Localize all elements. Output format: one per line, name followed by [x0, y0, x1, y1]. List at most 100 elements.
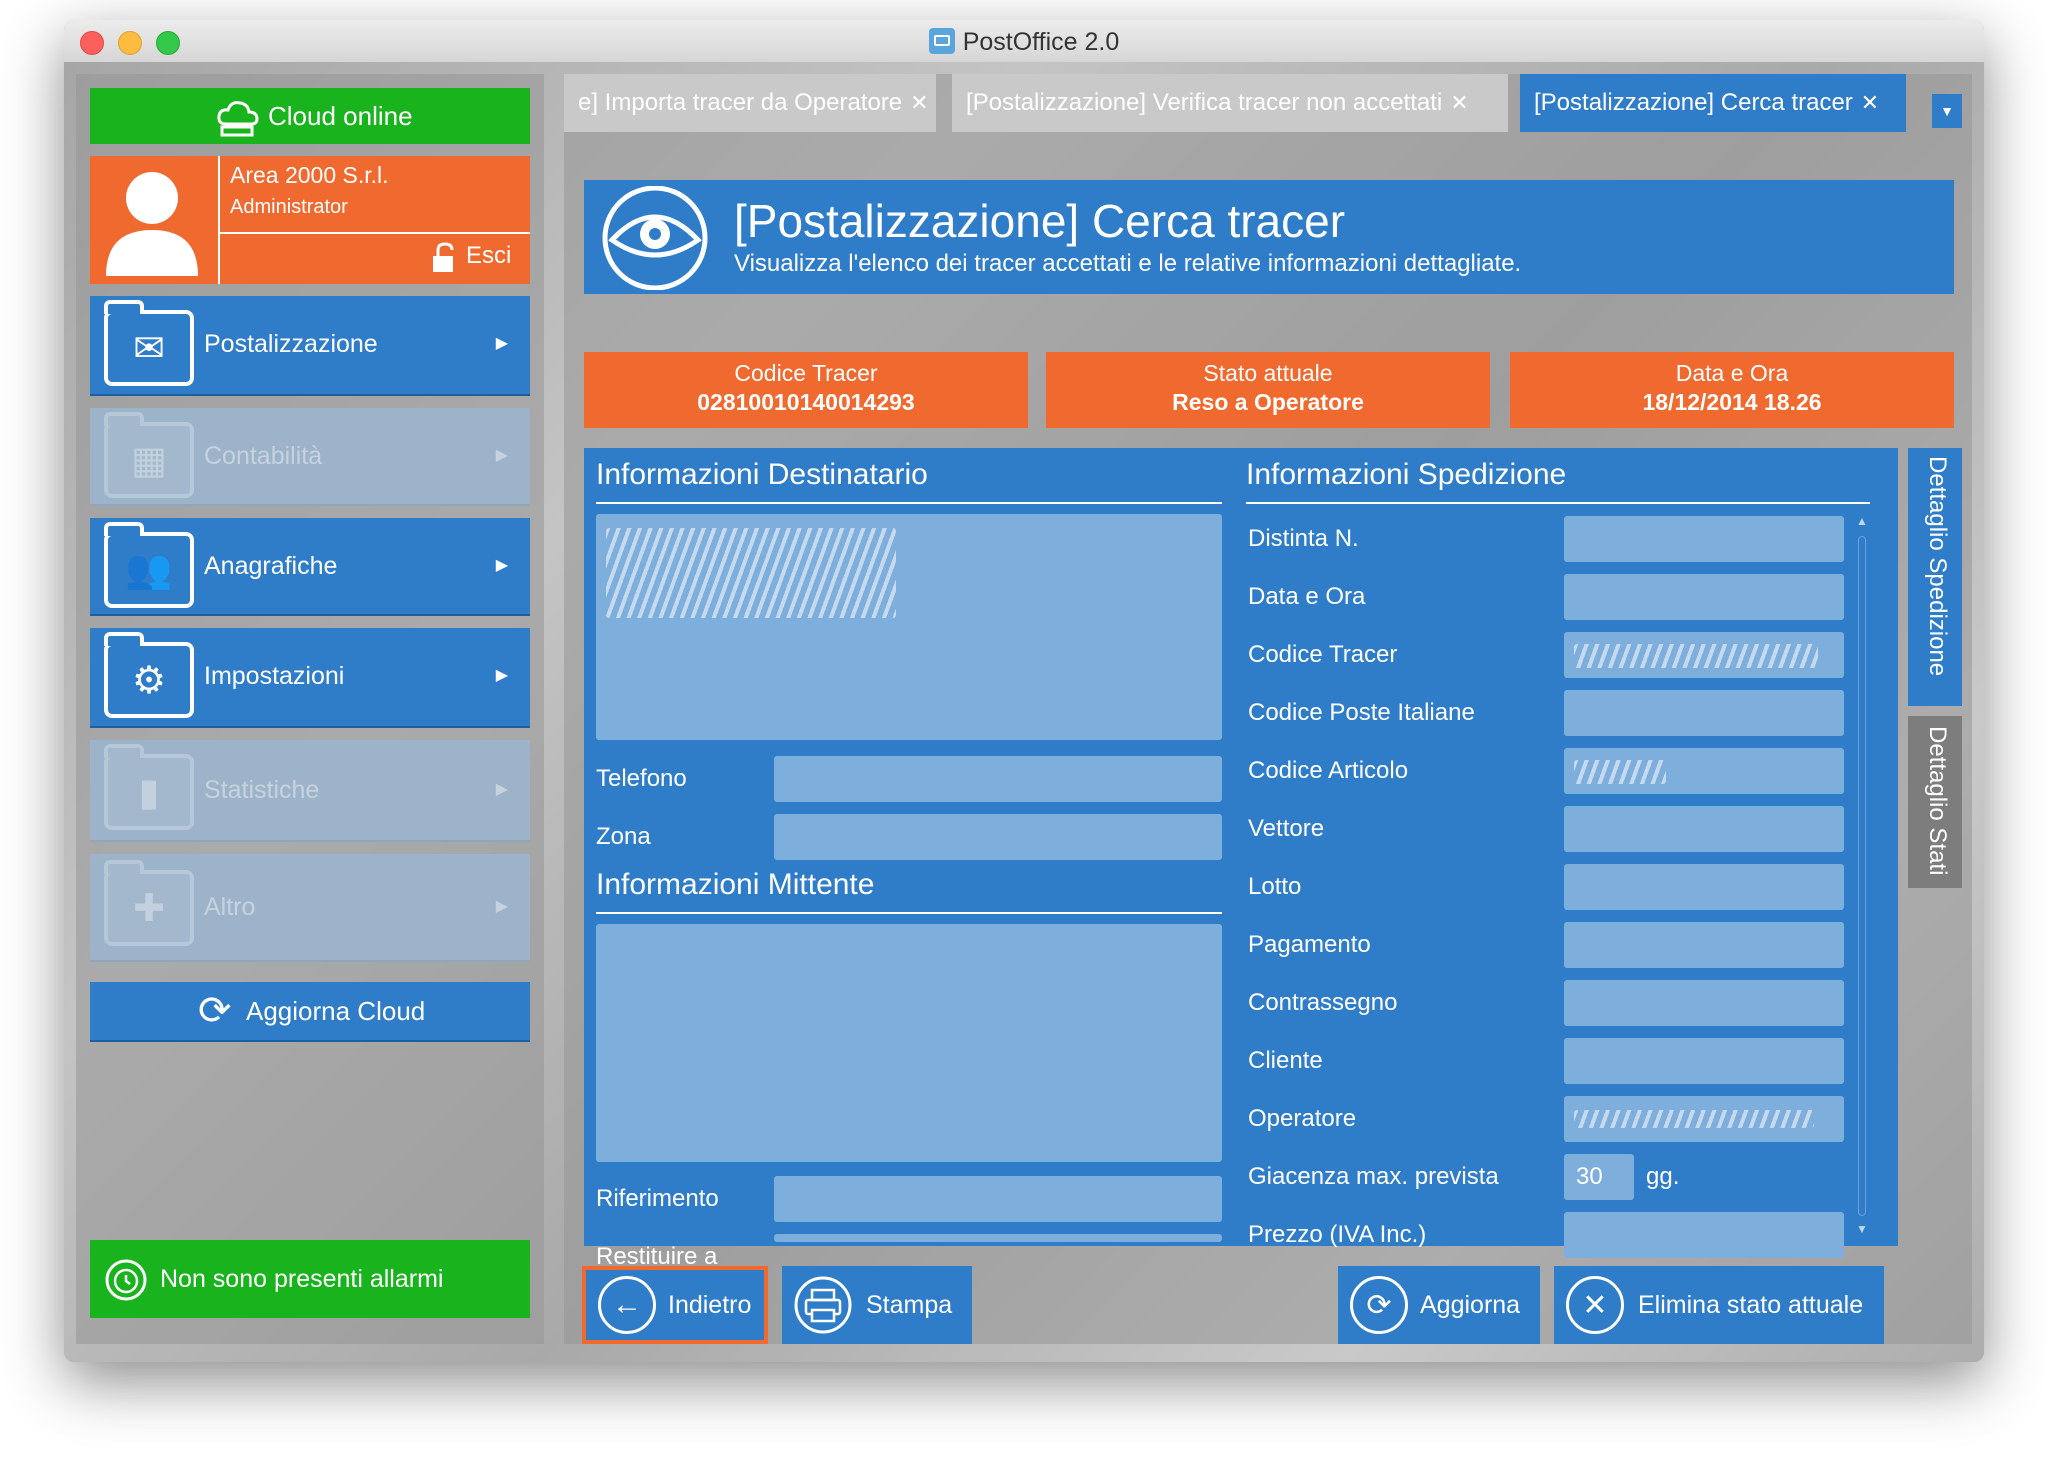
tracer-code-field[interactable] [1564, 632, 1844, 678]
chevron-right-icon: ▶ [495, 667, 508, 684]
shipment-label: Lotto [1248, 873, 1302, 900]
article-code-field[interactable] [1564, 748, 1844, 794]
phone-field[interactable] [774, 756, 1222, 802]
max-storage-unit: gg. [1646, 1163, 1680, 1190]
tabs-dropdown-button[interactable]: ▼ [1932, 94, 1962, 128]
users-icon: 👥 [104, 522, 194, 608]
alarm-clock-icon [105, 1259, 147, 1301]
scrollbar-thumb[interactable] [1858, 536, 1866, 1216]
shipment-label: Codice Tracer [1248, 641, 1398, 668]
shipment-label: Cliente [1248, 1047, 1323, 1074]
user-panel-hline [220, 232, 530, 234]
back-button[interactable]: ← Indietro [582, 1266, 768, 1344]
nav-impostazioni[interactable]: ⚙ Impostazioni ▶ [90, 628, 530, 728]
shipment-date-field[interactable] [1564, 574, 1844, 620]
calculator-icon: ▦ [104, 412, 194, 498]
poste-code-field[interactable] [1564, 690, 1844, 736]
status-label: Codice Tracer [734, 360, 878, 386]
print-label: Stampa [866, 1291, 953, 1319]
payment-field[interactable] [1564, 922, 1844, 968]
return-field[interactable] [774, 1234, 1222, 1242]
close-tab-icon[interactable]: ✕ [1861, 90, 1879, 115]
customer-field[interactable] [1564, 1038, 1844, 1084]
carrier-field[interactable] [1564, 806, 1844, 852]
side-tab-label: Dettaglio Spedizione [1924, 456, 1951, 677]
price-field[interactable] [1564, 1212, 1844, 1258]
batch-field[interactable] [1564, 864, 1844, 910]
arrow-left-icon: ← [598, 1276, 656, 1334]
scroll-up-icon[interactable]: ▲ [1856, 514, 1868, 528]
page-subtitle: Visualizza l'elenco dei tracer accettati… [734, 250, 1522, 277]
logout-label: Esci [466, 242, 512, 269]
chevron-right-icon: ▶ [495, 557, 508, 574]
user-avatar-icon [106, 172, 198, 276]
chevron-right-icon: ▶ [495, 335, 508, 352]
refresh-cloud-label: Aggiorna Cloud [246, 996, 426, 1026]
max-storage-field[interactable]: 30 [1564, 1154, 1634, 1200]
distinta-field[interactable] [1564, 516, 1844, 562]
print-button[interactable]: Stampa [782, 1266, 972, 1344]
refresh-icon: ⟳ [1350, 1276, 1408, 1334]
nav-anagrafiche[interactable]: 👥 Anagrafiche ▶ [90, 518, 530, 616]
shipment-label: Codice Articolo [1248, 757, 1409, 784]
cloud-status-button[interactable]: Cloud online [90, 88, 530, 144]
scroll-down-icon[interactable]: ▼ [1856, 1222, 1868, 1236]
title-bar: PostOffice 2.0 [64, 20, 1984, 63]
nav-label: Statistiche [204, 776, 320, 804]
back-label: Indietro [668, 1291, 752, 1319]
reference-field[interactable] [774, 1176, 1222, 1222]
close-tab-icon[interactable]: ✕ [1450, 90, 1468, 115]
refresh-button[interactable]: ⟳ Aggiorna [1338, 1266, 1540, 1344]
status-box-data-ora: Data e Ora 18/12/2014 18.26 [1510, 352, 1954, 428]
chevron-down-icon: ▼ [1940, 103, 1954, 119]
status-label: Data e Ora [1675, 360, 1789, 386]
zone-label: Zona [596, 823, 651, 850]
nav-label: Impostazioni [204, 662, 345, 690]
recipient-address-box[interactable] [596, 514, 1222, 740]
redacted-text [606, 528, 896, 618]
shipment-label: Distinta N. [1248, 525, 1359, 552]
envelope-box-icon: ✉ [104, 300, 194, 386]
status-box-stato-attuale: Stato attuale Reso a Operatore [1046, 352, 1490, 428]
tab-verifica-tracer[interactable]: [Postalizzazione] Verifica tracer non ac… [952, 74, 1508, 132]
alarms-status-button[interactable]: Non sono presenti allarmi [90, 1240, 530, 1318]
refresh-icon: ⟳ [198, 989, 232, 1033]
tab-importa-tracer[interactable]: e] Importa tracer da Operatore ✕ [564, 74, 936, 132]
tab-dettaglio-stati[interactable]: Dettaglio Stati [1908, 716, 1962, 888]
cod-field[interactable] [1564, 980, 1844, 1026]
close-tab-icon[interactable]: ✕ [910, 90, 928, 115]
status-label: Stato attuale [1203, 360, 1333, 386]
status-value: 18/12/2014 18.26 [1642, 389, 1822, 415]
shipment-label: Pagamento [1248, 931, 1371, 958]
gear-icon: ⚙ [104, 632, 194, 718]
recipient-section-title: Informazioni Destinatario [596, 458, 1222, 504]
postoffice-app-icon [928, 28, 955, 54]
nav-contabilita: ▦ Contabilità ▶ [90, 408, 530, 506]
window-title-text: PostOffice 2.0 [962, 28, 1120, 56]
phone-label: Telefono [596, 765, 687, 792]
nav-label: Contabilità [204, 442, 323, 470]
tab-cerca-tracer[interactable]: [Postalizzazione] Cerca tracer ✕ [1520, 74, 1906, 132]
logout-button[interactable]: Esci [430, 240, 526, 276]
operator-field[interactable] [1564, 1096, 1844, 1142]
window-content: Cloud online Area 2000 S.r.l. Administra… [64, 62, 1984, 1362]
app-window: PostOffice 2.0 Cloud online Area 2000 S.… [64, 20, 1984, 1362]
nav-statistiche: ▮ Statistiche ▶ [90, 740, 530, 842]
shipment-section-title: Informazioni Spedizione [1246, 458, 1870, 504]
zone-field[interactable] [774, 814, 1222, 860]
nav-postalizzazione[interactable]: ✉ Postalizzazione ▶ [90, 296, 530, 396]
window-title: PostOffice 2.0 [64, 28, 1984, 57]
refresh-cloud-button[interactable]: ⟳ Aggiorna Cloud [90, 982, 530, 1042]
shipment-label: Data e Ora [1248, 583, 1366, 610]
redacted-text [1574, 760, 1666, 784]
user-role: Administrator [230, 196, 348, 218]
shipment-scrollbar[interactable]: ▲ ▼ [1854, 514, 1870, 1240]
details-panel: Informazioni Destinatario Telefono Zona … [584, 448, 1898, 1270]
shipment-label: Contrassegno [1248, 989, 1398, 1016]
delete-state-button[interactable]: ✕ Elimina stato attuale [1554, 1266, 1884, 1344]
sender-address-box[interactable] [596, 924, 1222, 1162]
shipment-label: Giacenza max. prevista [1248, 1163, 1499, 1190]
bar-chart-icon: ▮ [104, 744, 194, 830]
tab-dettaglio-spedizione[interactable]: Dettaglio Spedizione [1908, 448, 1962, 706]
user-company: Area 2000 S.r.l. [230, 162, 389, 188]
